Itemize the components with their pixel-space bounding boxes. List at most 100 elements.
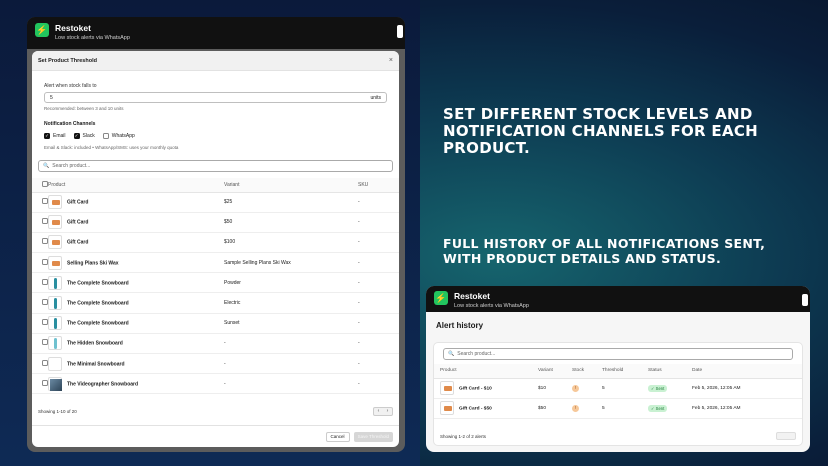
channel-checkboxes: ✓ Email ✓ Slack WhatsApp (44, 133, 387, 139)
row-select-cell[interactable] (32, 192, 48, 213)
alert-variant-cell: $10 (538, 378, 572, 399)
product-name: The Hidden Snowboard (67, 340, 123, 347)
checkbox-email[interactable]: ✓ (44, 133, 50, 139)
product-table: Product Variant SKU Gift Card $25- Gift Ca… (32, 178, 399, 395)
threshold-input[interactable]: 5 units (44, 92, 387, 103)
pagination-info: Showing 1-10 of 20 (38, 408, 77, 414)
product-name: The Complete Snowboard (67, 300, 129, 307)
app-window-history: ⚡ Restoket Low stock alerts via WhatsApp… (426, 286, 810, 452)
alert-pagination-controls[interactable] (776, 432, 796, 440)
table-row[interactable]: Selling Plans Ski Wax Sample Selling Plan… (32, 252, 399, 274)
sku-cell: - (358, 333, 399, 355)
row-select-cell[interactable] (32, 252, 48, 274)
alert-stock-cell: ! (572, 378, 602, 399)
table-row[interactable]: The Complete Snowboard Electric - (32, 292, 399, 314)
product-cell: Selling Plans Ski Wax (48, 252, 224, 274)
table-row[interactable]: The Minimal Snowboard - - (32, 353, 399, 375)
alert-product-name: Gift Card - $10 (459, 386, 492, 392)
threshold-section: Alert when stock falls to 5 units Recomm… (32, 83, 399, 150)
select-all-cell[interactable] (32, 178, 48, 193)
channel-email[interactable]: ✓ Email (44, 133, 66, 139)
product-thumbnail (48, 195, 62, 210)
table-row[interactable]: Gift Card - $10 $10! 5 ✓ Sent Feb 5, 2026, 1… (434, 378, 802, 399)
product-thumbnail (440, 401, 454, 415)
product-cell: The Complete Snowboard (48, 313, 224, 334)
product-name: Gift Card (67, 219, 89, 226)
pagination-controls[interactable]: ‹ › (373, 406, 393, 416)
col-product: Product (434, 364, 538, 379)
channel-whatsapp[interactable]: WhatsApp (102, 133, 135, 139)
row-select-cell[interactable] (32, 353, 48, 375)
modal-title: Set Product Threshold (38, 57, 97, 64)
row-select-cell[interactable] (32, 292, 48, 314)
threshold-unit: units (370, 94, 381, 101)
modal-actions: Cancel Save Threshold (32, 425, 399, 447)
close-icon[interactable]: × (389, 57, 393, 64)
product-thumbnail (48, 255, 62, 270)
variant-cell: $100 (224, 232, 358, 254)
app-name-right: Restoket (454, 291, 490, 301)
row-select-cell[interactable] (32, 333, 48, 355)
search-placeholder: Search product... (52, 163, 91, 169)
product-search-input[interactable]: 🔍 Search product... (38, 160, 393, 172)
cancel-button[interactable]: Cancel (325, 431, 350, 442)
product-table-header: Product Variant SKU (32, 178, 399, 193)
table-row[interactable]: The Complete Snowboard Powder - (32, 272, 399, 294)
chevron-left-icon[interactable]: ‹ (378, 408, 380, 414)
headline-history: Full history of all notifications sent, … (443, 236, 766, 266)
alert-status-cell: ✓ Sent (648, 378, 692, 399)
table-row[interactable]: The Complete Snowboard Sunset - (32, 313, 399, 334)
row-select-cell[interactable] (32, 272, 48, 294)
alert-product-cell: Gift Card - $50 (434, 398, 538, 419)
table-row[interactable]: The Hidden Snowboard - - (32, 333, 399, 355)
search-icon: 🔍 (448, 351, 455, 357)
variant-cell: Electric (224, 292, 358, 314)
chevron-right-icon[interactable]: › (387, 408, 389, 414)
alert-search-input[interactable]: 🔍 Search product... (443, 348, 793, 360)
product-thumbnail (48, 215, 62, 230)
table-row[interactable]: Gift Card $100- (32, 232, 399, 254)
col-variant: Variant (224, 178, 358, 193)
warning-icon: ! (572, 384, 579, 392)
alert-date-cell: Feb 5, 2026, 12:05 AM (692, 398, 802, 419)
channel-slack-label: Slack (82, 133, 95, 139)
variant-cell: Sample Selling Plans Ski Wax (224, 252, 358, 274)
row-select-cell[interactable] (32, 212, 48, 233)
table-row[interactable]: The Videographer Snowboard - - (32, 373, 399, 395)
product-thumbnail (48, 336, 62, 351)
product-cell: The Minimal Snowboard (48, 353, 224, 375)
alert-date-cell: Feb 5, 2026, 12:05 AM (692, 378, 802, 399)
threshold-hint: Recommended: between 3 and 10 units (44, 106, 124, 111)
product-cell: Gift Card (48, 232, 224, 254)
variant-cell: Sunset (224, 313, 358, 334)
sku-cell: - (358, 252, 399, 274)
table-row[interactable]: Gift Card $50- (32, 212, 399, 233)
search-icon: 🔍 (43, 163, 50, 169)
table-row[interactable]: Gift Card - $50 $50! 5 ✓ Sent Feb 5, 2026, 1… (434, 398, 802, 419)
app-header-button-right[interactable] (802, 294, 808, 306)
row-select-cell[interactable] (32, 232, 48, 254)
sku-cell: - (358, 192, 399, 213)
checkbox-whatsapp[interactable] (102, 133, 109, 139)
app-name: Restoket (55, 23, 91, 33)
app-header-button[interactable] (397, 25, 403, 38)
alert-threshold-cell: 5 (602, 378, 648, 399)
product-thumbnail (48, 296, 62, 311)
checkbox-slack[interactable]: ✓ (73, 133, 80, 139)
row-select-cell[interactable] (32, 373, 48, 395)
col-product: Product (48, 178, 224, 193)
table-row[interactable]: Gift Card $25- (32, 192, 399, 213)
product-thumbnail (48, 316, 62, 331)
row-select-cell[interactable] (32, 313, 48, 334)
channel-whatsapp-label: WhatsApp (111, 133, 135, 139)
variant-cell: - (224, 333, 358, 355)
variant-cell: $25 (224, 192, 358, 213)
col-sku: SKU (358, 178, 399, 193)
alert-table: Product Variant Stock Threshold Status D… (434, 364, 802, 419)
channel-slack[interactable]: ✓ Slack (73, 133, 95, 139)
app-subtitle-right: Low stock alerts via WhatsApp (454, 303, 529, 309)
sku-cell: - (358, 313, 399, 334)
product-name: Gift Card (67, 239, 89, 246)
save-threshold-button[interactable]: Save Threshold (353, 431, 393, 442)
app-header: ⚡ Restoket Low stock alerts via WhatsApp (27, 17, 405, 49)
